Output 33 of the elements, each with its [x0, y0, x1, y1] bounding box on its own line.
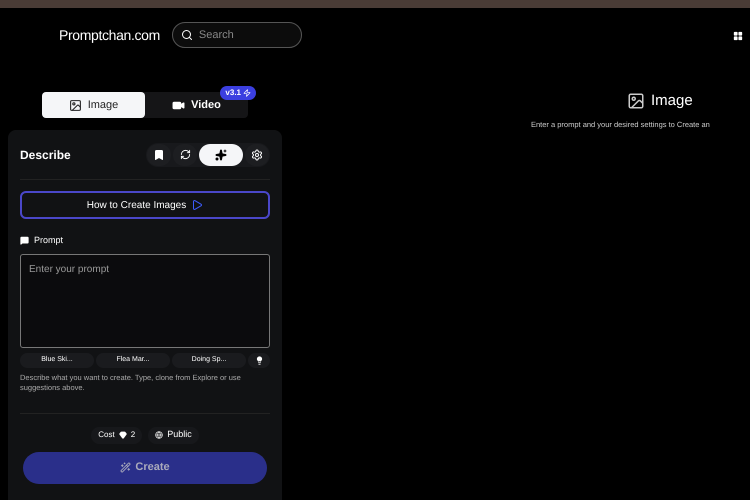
tool-button[interactable]	[173, 144, 197, 166]
mode-tab[interactable]: Image	[42, 92, 145, 118]
lightbulb-icon	[254, 356, 264, 364]
gem-icon	[118, 431, 127, 439]
guide-button[interactable]: How to Create Images	[20, 191, 270, 219]
cost-badge: Cost 2	[91, 426, 142, 444]
search-field[interactable]: Search	[172, 22, 302, 48]
prompt-label: Prompt	[34, 234, 64, 247]
create-button[interactable]: Create	[23, 452, 267, 484]
settings-icon	[251, 148, 263, 160]
visibility-button[interactable]: Public	[148, 426, 199, 444]
tool-button[interactable]	[147, 144, 171, 166]
tool-button[interactable]	[245, 144, 269, 166]
panel-title: Describe	[20, 146, 71, 164]
refresh-icon	[180, 149, 190, 160]
tool-button[interactable]	[199, 144, 243, 166]
grid-icon[interactable]	[733, 31, 743, 41]
search-icon	[180, 29, 193, 41]
idea-button[interactable]	[248, 352, 270, 368]
prompt-field[interactable]: Enter your prompt	[20, 254, 270, 348]
comment-icon	[20, 236, 29, 246]
bookmark-icon	[153, 148, 165, 160]
wand-icon	[120, 462, 132, 473]
image-icon	[68, 98, 82, 112]
version-badge: v3.1	[220, 86, 256, 100]
logo[interactable]: Promptchan.com	[59, 24, 160, 46]
video-camera-icon	[172, 98, 186, 112]
globe-icon	[155, 431, 164, 439]
play-icon	[191, 199, 204, 211]
image-icon	[627, 92, 645, 110]
preview-title: Image	[651, 91, 693, 111]
sparkle-icon	[215, 148, 227, 160]
bolt-icon	[243, 89, 251, 97]
